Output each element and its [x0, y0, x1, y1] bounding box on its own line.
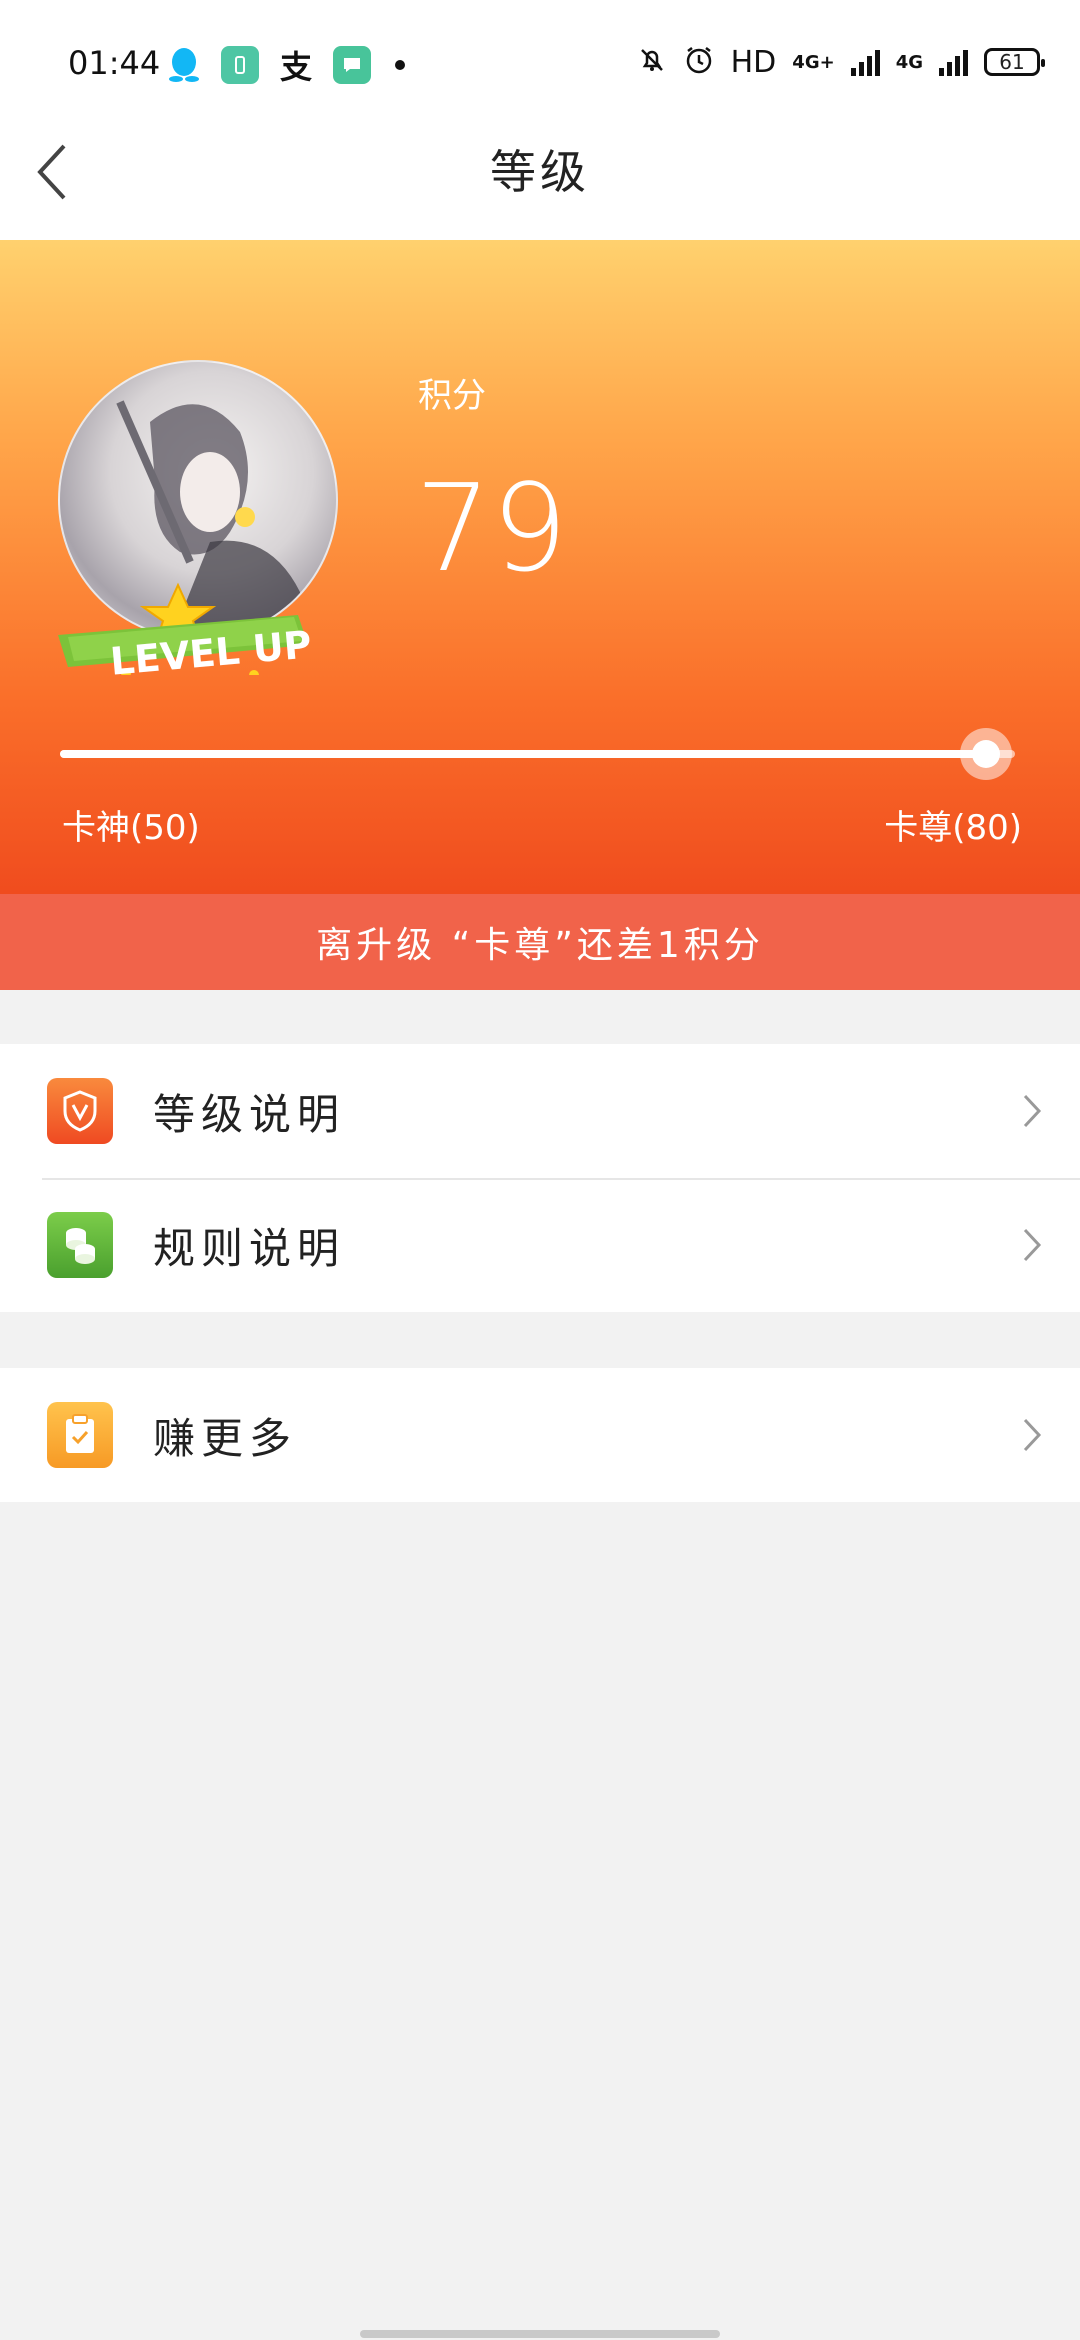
menu-group-earn: 赚更多 [0, 1368, 1080, 1502]
level-up-badge: LEVEL UP [58, 582, 328, 684]
menu-item-earn-more[interactable]: 赚更多 [0, 1368, 1080, 1502]
avatar-container[interactable]: LEVEL UP [58, 360, 338, 690]
home-indicator[interactable] [360, 2330, 720, 2338]
level-hero: LEVEL UP 积分 79 卡神(50) 卡尊(80) [0, 240, 1080, 894]
battery-icon: 61 [984, 48, 1045, 76]
menu-item-label: 赚更多 [153, 1413, 298, 1463]
next-level-label: 卡尊(80) [884, 808, 1022, 848]
menu-item-label: 等级说明 [153, 1089, 346, 1139]
notification-icons: 支 [165, 46, 405, 86]
hd-indicator: HD [730, 44, 777, 80]
points-label: 积分 [418, 376, 486, 416]
progress-knob [960, 728, 1013, 780]
current-level-label: 卡神(50) [62, 808, 200, 848]
level-progress-bar [60, 728, 1015, 780]
points-value: 79 [415, 460, 568, 599]
coins-icon [47, 1212, 113, 1278]
chevron-right-icon [1012, 1091, 1052, 1131]
menu-item-rules-explanation[interactable]: 规则说明 [0, 1178, 1080, 1312]
upgrade-hint-text: 离升级 “卡尊”还差1积分 [316, 925, 764, 966]
signal-icon-2 [939, 48, 968, 76]
progress-fill [60, 750, 987, 758]
alarm-icon [683, 44, 715, 80]
shield-icon [47, 1078, 113, 1144]
menu-item-level-explanation[interactable]: 等级说明 [0, 1044, 1080, 1178]
system-icons: HD 4G+ 4G 61 [637, 44, 1045, 80]
network-type-1: 4G+ [792, 51, 835, 73]
qq-icon [165, 46, 203, 84]
upgrade-hint-bar: 离升级 “卡尊”还差1积分 [0, 894, 1080, 990]
menu-item-label: 规则说明 [153, 1223, 346, 1273]
chevron-right-icon [1012, 1225, 1052, 1265]
clipboard-check-icon [47, 1402, 113, 1468]
status-time: 01:44 [68, 44, 161, 82]
message-icon [333, 46, 371, 84]
page-title: 等级 [490, 145, 590, 199]
app-notification-icon [221, 46, 259, 84]
network-type-2: 4G [895, 51, 923, 73]
alipay-icon: 支 [279, 48, 312, 86]
mute-bell-icon [637, 45, 667, 79]
signal-icon-1 [850, 48, 880, 76]
chevron-right-icon [1012, 1415, 1052, 1455]
more-notifications-dot [395, 60, 405, 70]
nav-header: 等级 [0, 110, 1080, 240]
menu-group-info: 等级说明 规则说明 [0, 1044, 1080, 1312]
